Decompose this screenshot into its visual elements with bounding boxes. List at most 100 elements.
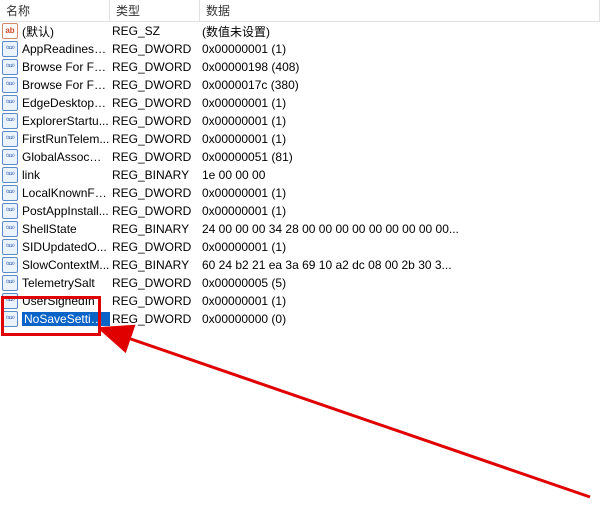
value-name-label: UserSignedIn — [22, 294, 95, 308]
value-type-cell: REG_DWORD — [110, 96, 200, 110]
value-name-cell: AppReadiness... — [0, 41, 110, 57]
value-name-cell: link — [0, 167, 110, 183]
registry-value-row[interactable]: link REG_BINARY1e 00 00 00 — [0, 166, 600, 184]
binary-value-icon — [2, 275, 18, 291]
value-type-cell: REG_DWORD — [110, 294, 200, 308]
binary-value-icon — [2, 77, 18, 93]
registry-value-row[interactable]: SIDUpdatedO...REG_DWORD0x00000001 (1) — [0, 238, 600, 256]
column-header-name[interactable]: 名称 — [0, 0, 110, 22]
value-data-cell: 0x0000017c (380) — [200, 78, 600, 92]
registry-value-row[interactable]: EdgeDesktopS...REG_DWORD0x00000001 (1) — [0, 94, 600, 112]
value-name-label: GlobalAssocCh... — [22, 150, 110, 164]
column-header-type[interactable]: 类型 — [110, 0, 200, 22]
value-name-label: Browse For Fol... — [22, 60, 110, 74]
value-name-label: link — [22, 168, 40, 182]
registry-value-row[interactable]: Browse For Fol...REG_DWORD0x00000198 (40… — [0, 58, 600, 76]
value-name-label: FirstRunTelem... — [22, 132, 109, 146]
binary-value-icon — [2, 293, 18, 309]
value-type-cell: REG_BINARY — [110, 222, 200, 236]
value-name-cell: GlobalAssocCh... — [0, 149, 110, 165]
column-header-row: 名称 类型 数据 — [0, 0, 600, 22]
value-type-cell: REG_DWORD — [110, 150, 200, 164]
registry-value-row[interactable]: FirstRunTelem...REG_DWORD0x00000001 (1) — [0, 130, 600, 148]
value-type-cell: REG_DWORD — [110, 240, 200, 254]
value-name-label: ShellState — [22, 222, 77, 236]
value-data-cell: 1e 00 00 00 — [200, 168, 600, 182]
value-name-cell: ExplorerStartu... — [0, 113, 110, 129]
value-name-label: SlowContextM... — [22, 258, 109, 272]
value-name-cell: SlowContextM... — [0, 257, 110, 273]
value-data-cell: 60 24 b2 21 ea 3a 69 10 a2 dc 08 00 2b 3… — [200, 258, 600, 272]
registry-value-row[interactable]: AppReadiness...REG_DWORD0x00000001 (1) — [0, 40, 600, 58]
value-data-cell: 0x00000000 (0) — [200, 312, 600, 326]
binary-value-icon — [2, 95, 18, 111]
value-type-cell: REG_DWORD — [110, 132, 200, 146]
binary-value-icon — [2, 203, 18, 219]
value-data-cell: 0x00000001 (1) — [200, 42, 600, 56]
value-name-label: NoSaveSettings — [22, 312, 110, 326]
value-data-cell: 0x00000001 (1) — [200, 240, 600, 254]
registry-value-row[interactable]: (默认) REG_SZ(数值未设置) — [0, 22, 600, 40]
binary-value-icon — [2, 257, 18, 273]
value-type-cell: REG_BINARY — [110, 168, 200, 182]
value-type-cell: REG_DWORD — [110, 204, 200, 218]
registry-value-row[interactable]: NoSaveSettingsREG_DWORD0x00000000 (0) — [0, 310, 600, 328]
registry-value-row[interactable]: ExplorerStartu...REG_DWORD0x00000001 (1) — [0, 112, 600, 130]
binary-value-icon — [2, 311, 18, 327]
value-type-cell: REG_DWORD — [110, 78, 200, 92]
registry-value-row[interactable]: SlowContextM...REG_BINARY60 24 b2 21 ea … — [0, 256, 600, 274]
binary-value-icon — [2, 149, 18, 165]
value-type-cell: REG_BINARY — [110, 258, 200, 272]
value-data-cell: 24 00 00 00 34 28 00 00 00 00 00 00 00 0… — [200, 222, 600, 236]
binary-value-icon — [2, 41, 18, 57]
annotation-arrow — [100, 322, 600, 502]
value-name-cell: Browse For Fol... — [0, 59, 110, 75]
value-data-cell: 0x00000001 (1) — [200, 114, 600, 128]
value-name-label: SIDUpdatedO... — [22, 240, 107, 254]
value-name-label: PostAppInstall... — [22, 204, 109, 218]
value-type-cell: REG_DWORD — [110, 186, 200, 200]
registry-value-row[interactable]: GlobalAssocCh...REG_DWORD0x00000051 (81) — [0, 148, 600, 166]
value-type-cell: REG_SZ — [110, 24, 200, 38]
value-type-cell: REG_DWORD — [110, 276, 200, 290]
binary-value-icon — [2, 239, 18, 255]
value-name-cell: UserSignedIn — [0, 293, 110, 309]
value-type-cell: REG_DWORD — [110, 42, 200, 56]
registry-value-row[interactable]: Browse For Fol...REG_DWORD0x0000017c (38… — [0, 76, 600, 94]
value-name-label: Browse For Fol... — [22, 78, 110, 92]
value-name-cell: ShellState — [0, 221, 110, 237]
value-data-cell: 0x00000001 (1) — [200, 204, 600, 218]
value-data-cell: (数值未设置) — [200, 23, 600, 40]
registry-value-row[interactable]: TelemetrySalt REG_DWORD0x00000005 (5) — [0, 274, 600, 292]
value-name-label: (默认) — [22, 23, 54, 40]
value-name-cell: Browse For Fol... — [0, 77, 110, 93]
registry-value-row[interactable]: UserSignedIn REG_DWORD0x00000001 (1) — [0, 292, 600, 310]
value-name-cell: NoSaveSettings — [0, 311, 110, 327]
registry-values-list: (默认)REG_SZ(数值未设置)AppReadiness...REG_DWOR… — [0, 22, 600, 328]
column-header-data[interactable]: 数据 — [200, 0, 600, 22]
value-name-cell: SIDUpdatedO... — [0, 239, 110, 255]
value-name-label: LocalKnownFol... — [22, 186, 110, 200]
value-name-cell: PostAppInstall... — [0, 203, 110, 219]
binary-value-icon — [2, 113, 18, 129]
value-name-cell: (默认) — [0, 23, 110, 40]
value-data-cell: 0x00000005 (5) — [200, 276, 600, 290]
value-name-label: ExplorerStartu... — [22, 114, 109, 128]
value-data-cell: 0x00000001 (1) — [200, 132, 600, 146]
registry-value-row[interactable]: LocalKnownFol...REG_DWORD0x00000001 (1) — [0, 184, 600, 202]
binary-value-icon — [2, 59, 18, 75]
value-data-cell: 0x00000001 (1) — [200, 294, 600, 308]
registry-value-row[interactable]: ShellState REG_BINARY24 00 00 00 34 28 00… — [0, 220, 600, 238]
value-name-cell: EdgeDesktopS... — [0, 95, 110, 111]
binary-value-icon — [2, 167, 18, 183]
value-name-label: TelemetrySalt — [22, 276, 95, 290]
value-type-cell: REG_DWORD — [110, 114, 200, 128]
value-type-cell: REG_DWORD — [110, 60, 200, 74]
value-name-cell: LocalKnownFol... — [0, 185, 110, 201]
value-data-cell: 0x00000051 (81) — [200, 150, 600, 164]
binary-value-icon — [2, 131, 18, 147]
value-type-cell: REG_DWORD — [110, 312, 200, 326]
value-data-cell: 0x00000001 (1) — [200, 96, 600, 110]
binary-value-icon — [2, 221, 18, 237]
registry-value-row[interactable]: PostAppInstall...REG_DWORD0x00000001 (1) — [0, 202, 600, 220]
